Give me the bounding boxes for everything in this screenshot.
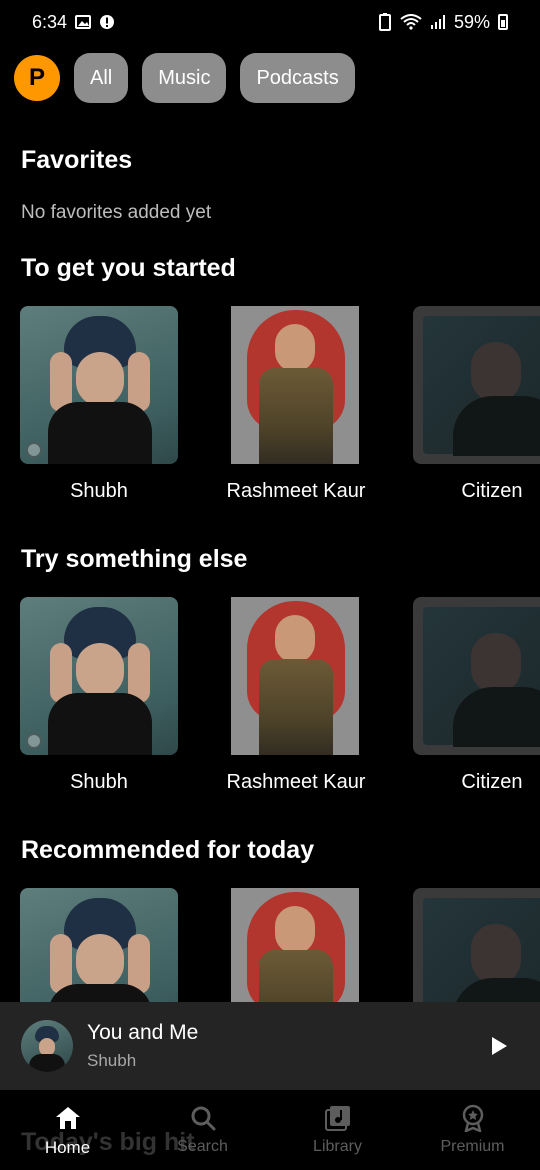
battery-saver-icon — [378, 13, 392, 31]
started-row: Shubh Rashmeet Kaur Citizen — [0, 306, 540, 516]
artist-image — [413, 888, 540, 1002]
search-icon — [191, 1106, 215, 1131]
library-icon — [324, 1106, 350, 1131]
battery-icon — [498, 14, 508, 30]
signal-icon — [430, 14, 446, 30]
chip-podcasts[interactable]: Podcasts — [240, 53, 355, 103]
status-time: 6:34 — [32, 11, 68, 32]
now-playing-artist: Shubh — [87, 1051, 137, 1070]
artist-name: Shubh — [70, 480, 128, 502]
artist-image — [20, 306, 178, 464]
nav-search[interactable]: Search — [135, 1090, 270, 1170]
chip-music[interactable]: Music — [142, 53, 227, 103]
artist-card-rashmeet[interactable] — [217, 888, 387, 1002]
artist-name: Citizen — [461, 480, 523, 502]
recommended-row — [0, 888, 540, 1002]
recommended-title: Recommended for today — [21, 836, 315, 864]
artist-card-rashmeet[interactable]: Rashmeet Kaur — [217, 306, 387, 503]
premium-icon — [462, 1104, 483, 1132]
play-icon — [492, 1037, 507, 1055]
try-else-title: Try something else — [21, 545, 248, 573]
play-button[interactable] — [479, 1026, 519, 1066]
artist-card-shubh[interactable] — [20, 888, 190, 1002]
try-else-row: Shubh Rashmeet Kaur Citizen — [0, 597, 540, 807]
artist-name: Citizen — [461, 771, 523, 793]
nav-label: Library — [313, 1138, 362, 1155]
artist-card-shubh[interactable]: Shubh — [20, 597, 190, 794]
mini-player[interactable]: You and Me Shubh — [0, 1002, 540, 1090]
nav-library[interactable]: Library — [270, 1090, 405, 1170]
favorites-empty-text: No favorites added yet — [21, 202, 212, 223]
wifi-icon — [400, 14, 422, 30]
artist-card-citizen[interactable] — [413, 888, 540, 1002]
bottom-nav: Today's big hit Home Search Library Prem… — [0, 1090, 540, 1170]
now-playing-artwork — [21, 1020, 73, 1072]
nav-label: Search — [177, 1138, 228, 1155]
now-playing-title: You and Me — [87, 1021, 199, 1044]
artist-card-shubh[interactable]: Shubh — [20, 306, 190, 503]
artist-card-rashmeet[interactable]: Rashmeet Kaur — [217, 597, 387, 794]
artist-name: Rashmeet Kaur — [226, 771, 366, 793]
image-icon — [75, 14, 92, 30]
artist-card-citizen[interactable]: Citizen — [413, 306, 540, 503]
artist-image — [20, 597, 178, 755]
artist-image — [231, 888, 359, 1002]
artist-image — [231, 306, 359, 464]
artist-card-citizen[interactable]: Citizen — [413, 597, 540, 794]
nav-premium[interactable]: Premium — [405, 1090, 540, 1170]
nav-label: Premium — [440, 1138, 505, 1155]
artist-image — [413, 306, 540, 464]
artist-name: Shubh — [70, 771, 128, 793]
artist-image — [413, 597, 540, 755]
artist-image — [20, 888, 178, 1002]
nav-home[interactable]: Home — [0, 1090, 135, 1170]
home-icon — [55, 1107, 80, 1129]
nav-label: Home — [44, 1138, 91, 1157]
profile-avatar[interactable]: P — [14, 55, 60, 101]
chip-all[interactable]: All — [74, 53, 129, 103]
started-title: To get you started — [21, 254, 236, 282]
filter-chip-row: P All Music Podcasts — [14, 53, 355, 103]
favorites-title: Favorites — [21, 146, 133, 174]
alert-icon — [99, 14, 115, 30]
battery-percent: 59% — [453, 11, 490, 32]
artist-name: Rashmeet Kaur — [226, 480, 366, 502]
status-bar: 6:34 59% — [0, 0, 540, 44]
artist-image — [231, 597, 359, 755]
